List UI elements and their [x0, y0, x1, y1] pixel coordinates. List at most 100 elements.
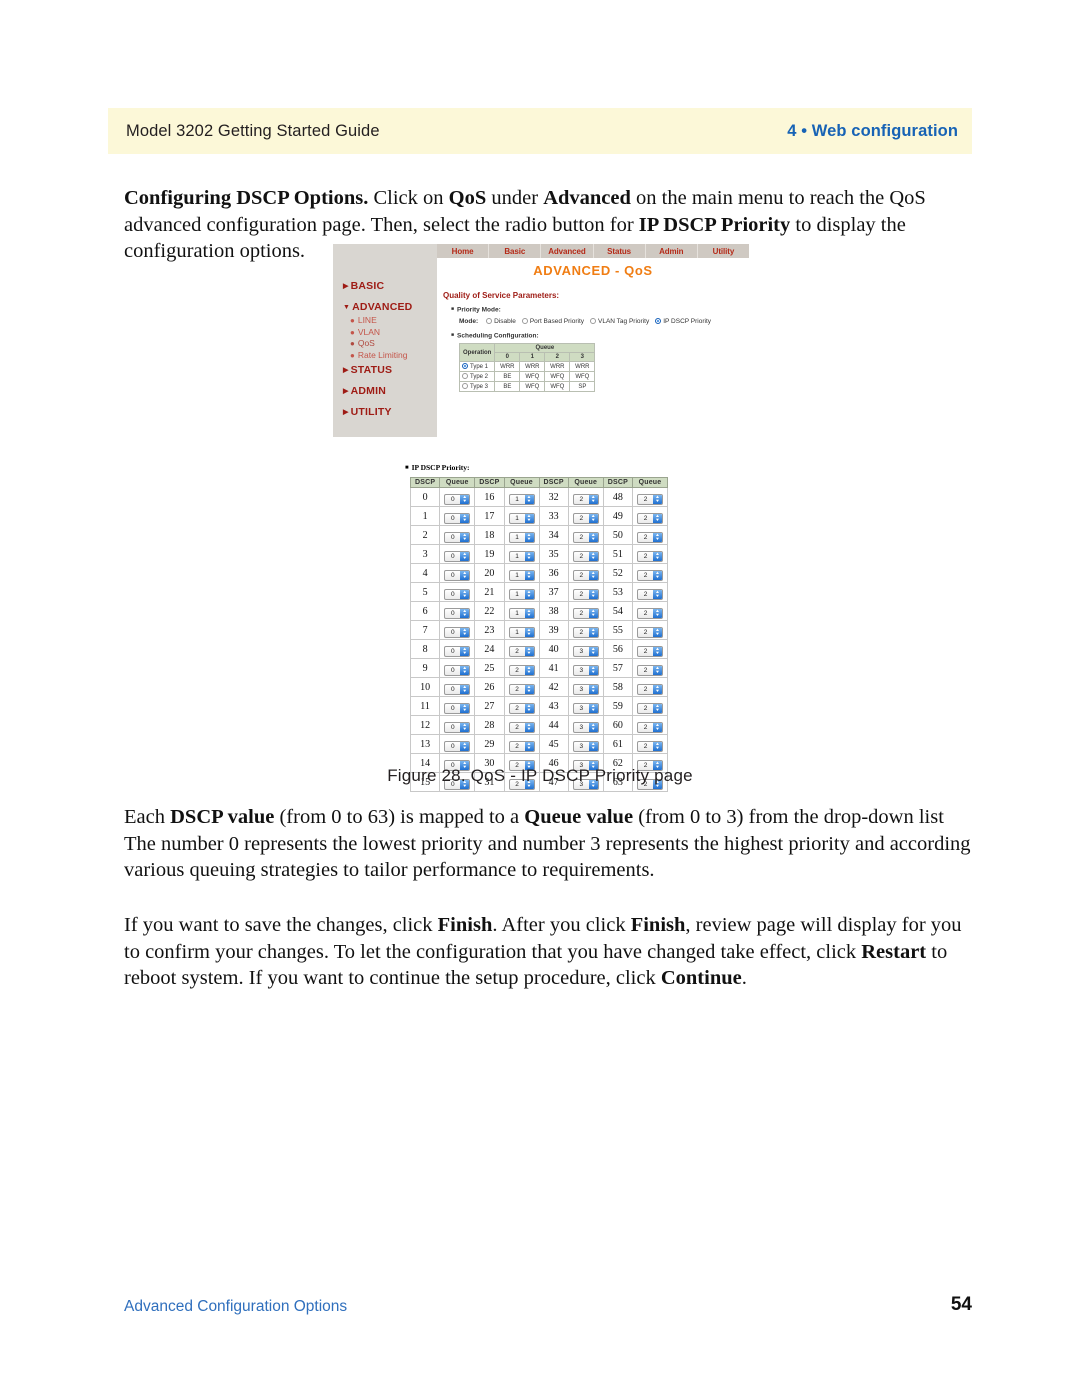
nav-item-status[interactable]: Status [594, 244, 646, 258]
stepper-arrows-icon[interactable]: ▲ ▼ [460, 742, 470, 751]
queue-dropdown-dscp-3[interactable]: 0 ▲ ▼ [444, 551, 471, 562]
stepper-arrows-icon[interactable]: ▲ ▼ [524, 723, 534, 732]
stepper-arrows-icon[interactable]: ▲ ▼ [653, 723, 662, 732]
stepper-arrows-icon[interactable]: ▲ ▼ [588, 704, 598, 713]
queue-dropdown-dscp-45[interactable]: 3 ▲ ▼ [572, 741, 599, 752]
radio-icon-disable[interactable] [486, 318, 493, 324]
stepper-arrows-icon[interactable]: ▲ ▼ [588, 552, 598, 561]
stepper-arrows-icon[interactable]: ▲ ▼ [653, 628, 662, 637]
sidebar-item-qos[interactable]: ● QoS [350, 338, 437, 350]
queue-dropdown-dscp-36[interactable]: 2 ▲ ▼ [572, 570, 599, 581]
stepper-arrows-icon[interactable]: ▲ ▼ [588, 685, 598, 694]
stepper-arrows-icon[interactable]: ▲ ▼ [460, 609, 470, 618]
stepper-arrows-icon[interactable]: ▲ ▼ [653, 533, 662, 542]
queue-dropdown-dscp-0[interactable]: 0 ▲ ▼ [444, 494, 471, 505]
sidebar-item-basic[interactable]: ▶ BASIC [343, 280, 437, 292]
queue-dropdown-dscp-20[interactable]: 1 ▲ ▼ [508, 570, 535, 581]
stepper-arrows-icon[interactable]: ▲ ▼ [524, 533, 534, 542]
queue-dropdown-dscp-42[interactable]: 3 ▲ ▼ [572, 684, 599, 695]
nav-item-home[interactable]: Home [437, 244, 490, 258]
queue-dropdown-dscp-48[interactable]: 2 ▲ ▼ [637, 494, 663, 505]
sidebar-item-rate-limiting[interactable]: ● Rate Limiting [350, 350, 437, 362]
queue-dropdown-dscp-5[interactable]: 0 ▲ ▼ [444, 589, 471, 600]
stepper-arrows-icon[interactable]: ▲ ▼ [588, 647, 598, 656]
queue-dropdown-dscp-29[interactable]: 2 ▲ ▼ [508, 741, 535, 752]
stepper-arrows-icon[interactable]: ▲ ▼ [460, 590, 470, 599]
stepper-arrows-icon[interactable]: ▲ ▼ [588, 609, 598, 618]
nav-item-advanced[interactable]: Advanced [541, 244, 594, 258]
queue-dropdown-dscp-56[interactable]: 2 ▲ ▼ [637, 646, 663, 657]
queue-dropdown-dscp-28[interactable]: 2 ▲ ▼ [508, 722, 535, 733]
stepper-arrows-icon[interactable]: ▲ ▼ [653, 590, 662, 599]
queue-dropdown-dscp-50[interactable]: 2 ▲ ▼ [637, 532, 663, 543]
stepper-arrows-icon[interactable]: ▲ ▼ [653, 647, 662, 656]
queue-dropdown-dscp-58[interactable]: 2 ▲ ▼ [637, 684, 663, 695]
stepper-arrows-icon[interactable]: ▲ ▼ [588, 533, 598, 542]
stepper-arrows-icon[interactable]: ▲ ▼ [524, 666, 534, 675]
stepper-arrows-icon[interactable]: ▲ ▼ [588, 742, 598, 751]
nav-item-utility[interactable]: Utility [698, 244, 749, 258]
stepper-arrows-icon[interactable]: ▲ ▼ [524, 552, 534, 561]
sidebar-item-advanced[interactable]: ▼ ADVANCED [343, 301, 437, 313]
queue-dropdown-dscp-24[interactable]: 2 ▲ ▼ [508, 646, 535, 657]
radio-icon-vlan-tag-priority[interactable] [590, 318, 597, 324]
stepper-arrows-icon[interactable]: ▲ ▼ [653, 609, 662, 618]
stepper-arrows-icon[interactable]: ▲ ▼ [653, 571, 662, 580]
queue-dropdown-dscp-37[interactable]: 2 ▲ ▼ [572, 589, 599, 600]
queue-dropdown-dscp-22[interactable]: 1 ▲ ▼ [508, 608, 535, 619]
queue-dropdown-dscp-57[interactable]: 2 ▲ ▼ [637, 665, 663, 676]
radio-icon-type-1[interactable] [462, 363, 468, 369]
stepper-arrows-icon[interactable]: ▲ ▼ [653, 666, 662, 675]
stepper-arrows-icon[interactable]: ▲ ▼ [524, 571, 534, 580]
stepper-arrows-icon[interactable]: ▲ ▼ [653, 742, 662, 751]
queue-dropdown-dscp-10[interactable]: 0 ▲ ▼ [444, 684, 471, 695]
stepper-arrows-icon[interactable]: ▲ ▼ [524, 495, 534, 504]
queue-dropdown-dscp-9[interactable]: 0 ▲ ▼ [444, 665, 471, 676]
stepper-arrows-icon[interactable]: ▲ ▼ [524, 647, 534, 656]
stepper-arrows-icon[interactable]: ▲ ▼ [524, 514, 534, 523]
queue-dropdown-dscp-55[interactable]: 2 ▲ ▼ [637, 627, 663, 638]
radio-option-port-based-priority[interactable]: Port Based Priority [521, 318, 584, 325]
stepper-arrows-icon[interactable]: ▲ ▼ [524, 609, 534, 618]
stepper-arrows-icon[interactable]: ▲ ▼ [588, 495, 598, 504]
queue-dropdown-dscp-34[interactable]: 2 ▲ ▼ [572, 532, 599, 543]
sidebar-item-admin[interactable]: ▶ ADMIN [343, 385, 437, 397]
queue-dropdown-dscp-52[interactable]: 2 ▲ ▼ [637, 570, 663, 581]
stepper-arrows-icon[interactable]: ▲ ▼ [588, 590, 598, 599]
queue-dropdown-dscp-49[interactable]: 2 ▲ ▼ [637, 513, 663, 524]
stepper-arrows-icon[interactable]: ▲ ▼ [653, 514, 662, 523]
queue-dropdown-dscp-12[interactable]: 0 ▲ ▼ [444, 722, 471, 733]
stepper-arrows-icon[interactable]: ▲ ▼ [653, 685, 662, 694]
radio-icon-port-based-priority[interactable] [521, 318, 528, 324]
stepper-arrows-icon[interactable]: ▲ ▼ [460, 723, 470, 732]
nav-item-basic[interactable]: Basic [489, 244, 542, 258]
queue-dropdown-dscp-23[interactable]: 1 ▲ ▼ [508, 627, 535, 638]
stepper-arrows-icon[interactable]: ▲ ▼ [460, 514, 470, 523]
nav-item-admin[interactable]: Admin [646, 244, 698, 258]
queue-dropdown-dscp-60[interactable]: 2 ▲ ▼ [637, 722, 663, 733]
queue-dropdown-dscp-59[interactable]: 2 ▲ ▼ [637, 703, 663, 714]
stepper-arrows-icon[interactable]: ▲ ▼ [653, 495, 662, 504]
stepper-arrows-icon[interactable]: ▲ ▼ [524, 742, 534, 751]
queue-dropdown-dscp-2[interactable]: 0 ▲ ▼ [444, 532, 471, 543]
queue-dropdown-dscp-7[interactable]: 0 ▲ ▼ [444, 627, 471, 638]
stepper-arrows-icon[interactable]: ▲ ▼ [524, 704, 534, 713]
sidebar-item-vlan[interactable]: ● VLAN [350, 327, 437, 339]
queue-dropdown-dscp-21[interactable]: 1 ▲ ▼ [508, 589, 535, 600]
queue-dropdown-dscp-6[interactable]: 0 ▲ ▼ [444, 608, 471, 619]
queue-dropdown-dscp-44[interactable]: 3 ▲ ▼ [572, 722, 599, 733]
queue-dropdown-dscp-1[interactable]: 0 ▲ ▼ [444, 513, 471, 524]
stepper-arrows-icon[interactable]: ▲ ▼ [588, 571, 598, 580]
queue-dropdown-dscp-27[interactable]: 2 ▲ ▼ [508, 703, 535, 714]
stepper-arrows-icon[interactable]: ▲ ▼ [588, 514, 598, 523]
stepper-arrows-icon[interactable]: ▲ ▼ [588, 628, 598, 637]
sidebar-item-utility[interactable]: ▶ UTILITY [343, 406, 437, 418]
queue-dropdown-dscp-25[interactable]: 2 ▲ ▼ [508, 665, 535, 676]
queue-dropdown-dscp-11[interactable]: 0 ▲ ▼ [444, 703, 471, 714]
queue-dropdown-dscp-33[interactable]: 2 ▲ ▼ [572, 513, 599, 524]
stepper-arrows-icon[interactable]: ▲ ▼ [588, 666, 598, 675]
stepper-arrows-icon[interactable]: ▲ ▼ [588, 723, 598, 732]
queue-dropdown-dscp-35[interactable]: 2 ▲ ▼ [572, 551, 599, 562]
scheduling-option-type-3[interactable]: Type 3 [458, 381, 496, 392]
radio-option-vlan-tag-priority[interactable]: VLAN Tag Priority [590, 318, 649, 325]
